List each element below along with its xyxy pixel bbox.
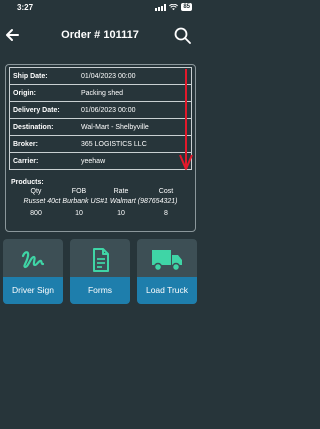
origin-row: Origin: Packing shed bbox=[9, 84, 192, 102]
order-details-card: Ship Date: 01/04/2023 00:00 Origin: Pack… bbox=[5, 64, 196, 232]
carrier-label: Carrier: bbox=[13, 158, 39, 165]
signature-icon bbox=[3, 246, 63, 274]
truck-icon bbox=[137, 246, 197, 274]
page-title: Order # 101117 bbox=[61, 29, 139, 41]
order-info-table: Ship Date: 01/04/2023 00:00 Origin: Pack… bbox=[9, 67, 192, 170]
status-time: 3:27 bbox=[17, 3, 34, 12]
signal-icon bbox=[155, 3, 167, 11]
forms-button[interactable]: Forms bbox=[70, 239, 130, 304]
status-icons: 85 bbox=[155, 3, 192, 11]
products-title: Products: bbox=[11, 179, 44, 186]
wifi-icon bbox=[169, 3, 179, 10]
load-truck-label: Load Truck bbox=[137, 277, 197, 304]
driver-sign-label: Driver Sign bbox=[3, 277, 63, 304]
battery-icon: 85 bbox=[181, 3, 192, 11]
status-bar: 3:27 85 bbox=[0, 0, 200, 16]
product-rate: 10 bbox=[117, 210, 125, 217]
fob-column-header: FOB bbox=[71, 188, 87, 195]
product-name: Russet 40ct Burbank US#1 Walmart (987654… bbox=[23, 198, 178, 205]
qty-column-header: Qty bbox=[30, 188, 42, 195]
broker-row: Broker: 365 LOGISTICS LLC bbox=[9, 135, 192, 153]
product-cost: 8 bbox=[164, 210, 168, 217]
carrier-row: Carrier: yeehaw bbox=[9, 152, 192, 170]
products-section: Products: Qty FOB Rate Cost Russet 40ct … bbox=[9, 179, 192, 220]
destination-label: Destination: bbox=[13, 124, 54, 131]
delivery-date-value: 01/06/2023 00:00 bbox=[81, 107, 136, 114]
delivery-date-label: Delivery Date: bbox=[13, 107, 60, 114]
document-icon bbox=[70, 246, 130, 274]
search-icon[interactable] bbox=[174, 27, 191, 44]
product-values-row: 800 10 10 8 bbox=[9, 210, 192, 220]
rate-column-header: Rate bbox=[113, 188, 129, 195]
driver-sign-button[interactable]: Driver Sign bbox=[3, 239, 63, 304]
product-fob: 10 bbox=[75, 210, 83, 217]
broker-value: 365 LOGISTICS LLC bbox=[81, 141, 147, 148]
forms-label: Forms bbox=[70, 277, 130, 304]
products-header: Qty FOB Rate Cost bbox=[9, 188, 192, 198]
action-tiles: Driver Sign Forms Load Truck bbox=[0, 239, 200, 305]
origin-label: Origin: bbox=[13, 90, 36, 97]
destination-row: Destination: Wal-Mart - Shelbyville bbox=[9, 118, 192, 136]
header: Order # 101117 bbox=[0, 22, 200, 50]
broker-label: Broker: bbox=[13, 141, 38, 148]
ship-date-label: Ship Date: bbox=[13, 73, 48, 80]
load-truck-button[interactable]: Load Truck bbox=[137, 239, 197, 304]
ship-date-row: Ship Date: 01/04/2023 00:00 bbox=[9, 67, 192, 85]
destination-value: Wal-Mart - Shelbyville bbox=[81, 124, 149, 131]
delivery-date-row: Delivery Date: 01/06/2023 00:00 bbox=[9, 101, 192, 119]
origin-value: Packing shed bbox=[81, 90, 124, 97]
scroll-down-arrow-icon bbox=[179, 69, 193, 170]
ship-date-value: 01/04/2023 00:00 bbox=[81, 73, 136, 80]
product-qty: 800 bbox=[30, 210, 42, 217]
cost-column-header: Cost bbox=[158, 188, 174, 195]
carrier-value: yeehaw bbox=[81, 158, 106, 165]
